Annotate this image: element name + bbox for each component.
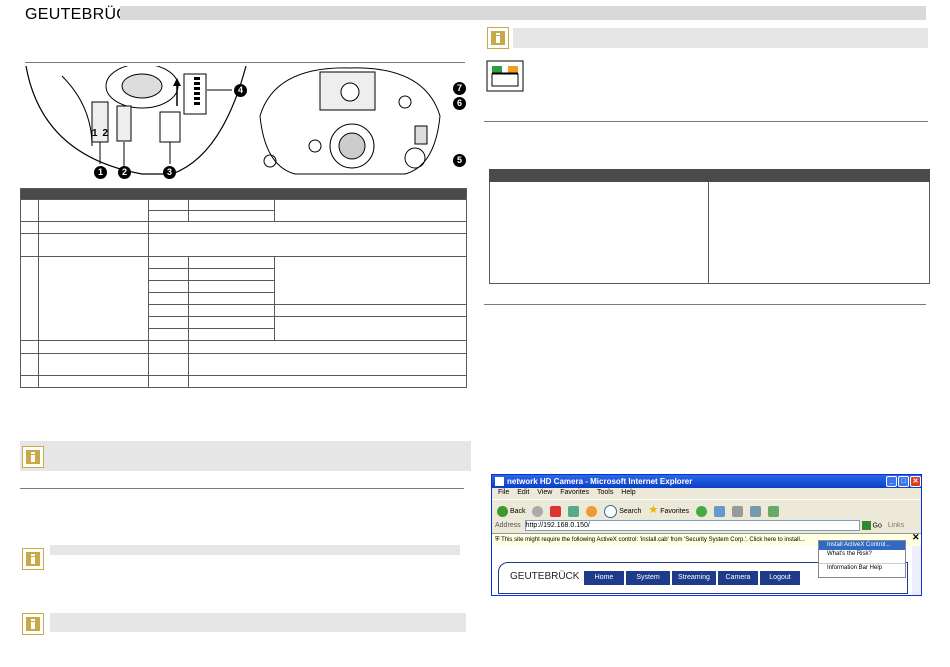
address-bar: Address http://192.168.0.150/ Go Links: [492, 520, 921, 532]
refresh-icon[interactable]: [568, 505, 580, 517]
connector-table: [20, 188, 467, 388]
address-value: http://192.168.0.150/: [525, 522, 590, 529]
info-icon: [22, 613, 44, 635]
minimize-icon[interactable]: _: [886, 476, 897, 487]
camera-diagram-left: [25, 66, 247, 175]
section-rule: [484, 304, 926, 305]
callout-badge-1: 1: [94, 166, 107, 179]
go-arrow-icon[interactable]: [861, 521, 871, 530]
address-label: Address: [495, 522, 521, 530]
infobar-close-icon[interactable]: ✕: [912, 532, 920, 543]
note-bar: [50, 613, 466, 632]
window-titlebar: network HD Camera - Microsoft Internet E…: [492, 475, 921, 488]
menu-help[interactable]: Help: [621, 488, 635, 498]
menu-install-activex[interactable]: Install ActiveX Control...: [819, 541, 905, 550]
edit-icon[interactable]: [749, 505, 761, 517]
nav-system[interactable]: System: [626, 571, 670, 585]
go-button[interactable]: Go: [873, 522, 882, 529]
close-icon[interactable]: ✕: [910, 476, 921, 487]
print-icon[interactable]: [731, 505, 743, 517]
stop-icon[interactable]: [550, 505, 562, 517]
network-port-icon: [486, 60, 524, 92]
camera-diagram-right: [259, 67, 441, 175]
pin-label-2: 2: [102, 128, 108, 139]
address-input[interactable]: http://192.168.0.150/: [524, 520, 860, 531]
search-button[interactable]: Search: [619, 508, 641, 515]
note-bar: [513, 28, 928, 48]
callout-badge-7: 7: [453, 82, 466, 95]
links-button[interactable]: Links: [888, 522, 904, 529]
shield-icon: ⛨: [495, 537, 500, 543]
menu-info-bar-help[interactable]: Information Bar Help: [819, 563, 905, 573]
toolbar: Back Search ★ Favorites: [492, 499, 921, 520]
home-icon[interactable]: [586, 505, 598, 517]
led-table: [489, 169, 930, 284]
forward-icon[interactable]: [532, 505, 544, 517]
page-logo: GEUTEBRÜCK: [510, 571, 580, 582]
menu-whats-the-risk[interactable]: What's the Risk?: [819, 550, 905, 559]
menu-tools[interactable]: Tools: [597, 488, 613, 498]
note-bar: [50, 545, 460, 555]
nav-camera[interactable]: Camera: [718, 571, 758, 585]
section-rule: [484, 121, 928, 122]
ie-icon: [495, 477, 504, 486]
menu-bar: File Edit View Favorites Tools Help: [492, 488, 921, 498]
context-menu: Install ActiveX Control... What's the Ri…: [818, 540, 906, 578]
mail-icon[interactable]: [713, 505, 725, 517]
info-icon: [22, 446, 44, 468]
menu-edit[interactable]: Edit: [517, 488, 529, 498]
scrollbar[interactable]: [912, 546, 921, 595]
nav-logout[interactable]: Logout: [760, 571, 800, 585]
back-button[interactable]: Back: [510, 508, 526, 515]
header-bar: [120, 6, 926, 20]
infobar-text[interactable]: This site might require the following Ac…: [501, 537, 805, 543]
info-icon: [22, 548, 44, 570]
callout-badge-2: 2: [118, 166, 131, 179]
messenger-icon[interactable]: [767, 505, 779, 517]
callout-badge-5: 5: [453, 154, 466, 167]
star-icon[interactable]: ★: [648, 504, 658, 516]
favorites-button[interactable]: Favorites: [660, 508, 689, 515]
callout-badge-4: 4: [234, 84, 247, 97]
search-icon[interactable]: [604, 504, 618, 518]
section-rule: [25, 62, 465, 63]
window-title: network HD Camera - Microsoft Internet E…: [507, 477, 693, 486]
nav-streaming[interactable]: Streaming: [672, 571, 716, 585]
maximize-icon[interactable]: □: [898, 476, 909, 487]
history-icon[interactable]: [695, 505, 707, 517]
callout-badge-3: 3: [163, 166, 176, 179]
section-rule: [20, 488, 464, 489]
menu-favorites[interactable]: Favorites: [560, 488, 589, 498]
nav-home[interactable]: Home: [584, 571, 624, 585]
menu-file[interactable]: File: [498, 488, 509, 498]
note-box: [20, 441, 471, 471]
callout-badge-6: 6: [453, 97, 466, 110]
menu-view[interactable]: View: [537, 488, 552, 498]
back-icon[interactable]: [497, 505, 508, 517]
info-icon: [487, 27, 509, 49]
pin-label-1: 1: [92, 128, 98, 139]
